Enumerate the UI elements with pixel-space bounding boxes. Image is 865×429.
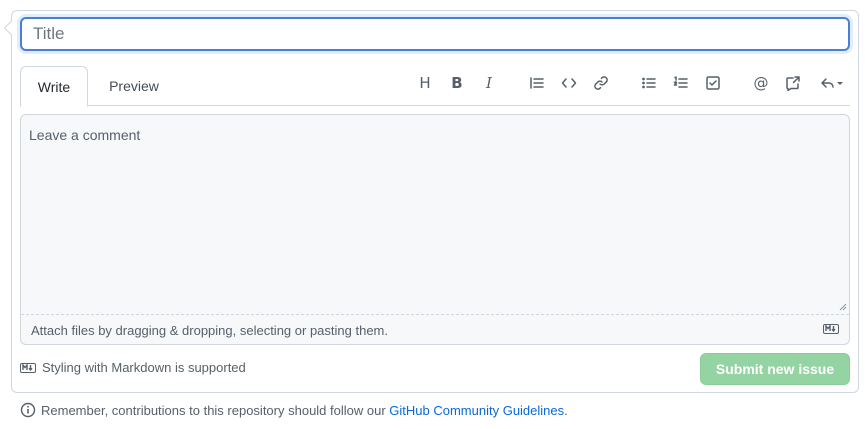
link-icon: [594, 76, 608, 90]
comment-box: Attach files by dragging & dropping, sel…: [20, 114, 850, 345]
italic-icon: I: [486, 74, 492, 92]
attach-files-text: Attach files by dragging & dropping, sel…: [31, 323, 388, 338]
markdown-toolbar: H B I @: [20, 66, 850, 98]
heading-icon: H: [419, 74, 431, 92]
submit-issue-button[interactable]: Submit new issue: [700, 353, 850, 385]
cross-reference-button[interactable]: [782, 72, 804, 94]
mention-icon: @: [753, 74, 769, 92]
heading-button[interactable]: H: [414, 72, 436, 94]
info-icon: [20, 402, 36, 418]
contribution-guidelines-note: Remember, contributions to this reposito…: [20, 402, 568, 418]
code-icon: [561, 78, 577, 88]
community-guidelines-link[interactable]: GitHub Community Guidelines: [389, 403, 564, 418]
quote-icon: [530, 77, 544, 89]
italic-button[interactable]: I: [478, 72, 500, 94]
quote-button[interactable]: [526, 72, 548, 94]
markdown-icon: [20, 362, 36, 373]
avatar-pointer: [3, 20, 19, 36]
comment-textarea[interactable]: [21, 115, 849, 314]
bold-button[interactable]: B: [446, 72, 468, 94]
task-list-icon: [706, 76, 720, 90]
cross-reference-icon: [786, 76, 800, 91]
markdown-icon: [823, 324, 839, 334]
mention-button[interactable]: @: [750, 72, 772, 94]
unordered-list-icon: [642, 77, 656, 89]
markdown-support-link[interactable]: Styling with Markdown is supported: [42, 360, 246, 375]
editor-tabs: Write Preview H B I @: [20, 66, 850, 107]
task-list-button[interactable]: [702, 72, 724, 94]
chevron-down-icon: [837, 82, 843, 85]
guidelines-suffix: .: [564, 402, 568, 418]
ordered-list-button[interactable]: [670, 72, 692, 94]
markdown-support-note: Styling with Markdown is supported: [20, 360, 246, 375]
guidelines-prefix: Remember, contributions to this reposito…: [41, 402, 390, 418]
unordered-list-button[interactable]: [638, 72, 660, 94]
reply-icon: [821, 78, 834, 88]
ordered-list-icon: [673, 76, 688, 88]
code-button[interactable]: [558, 72, 580, 94]
bold-icon: B: [451, 74, 463, 92]
attach-files-bar[interactable]: Attach files by dragging & dropping, sel…: [21, 314, 849, 344]
reply-button[interactable]: [816, 72, 848, 94]
resize-handle-icon[interactable]: [839, 303, 847, 311]
title-input[interactable]: [20, 17, 850, 51]
link-button[interactable]: [590, 72, 612, 94]
